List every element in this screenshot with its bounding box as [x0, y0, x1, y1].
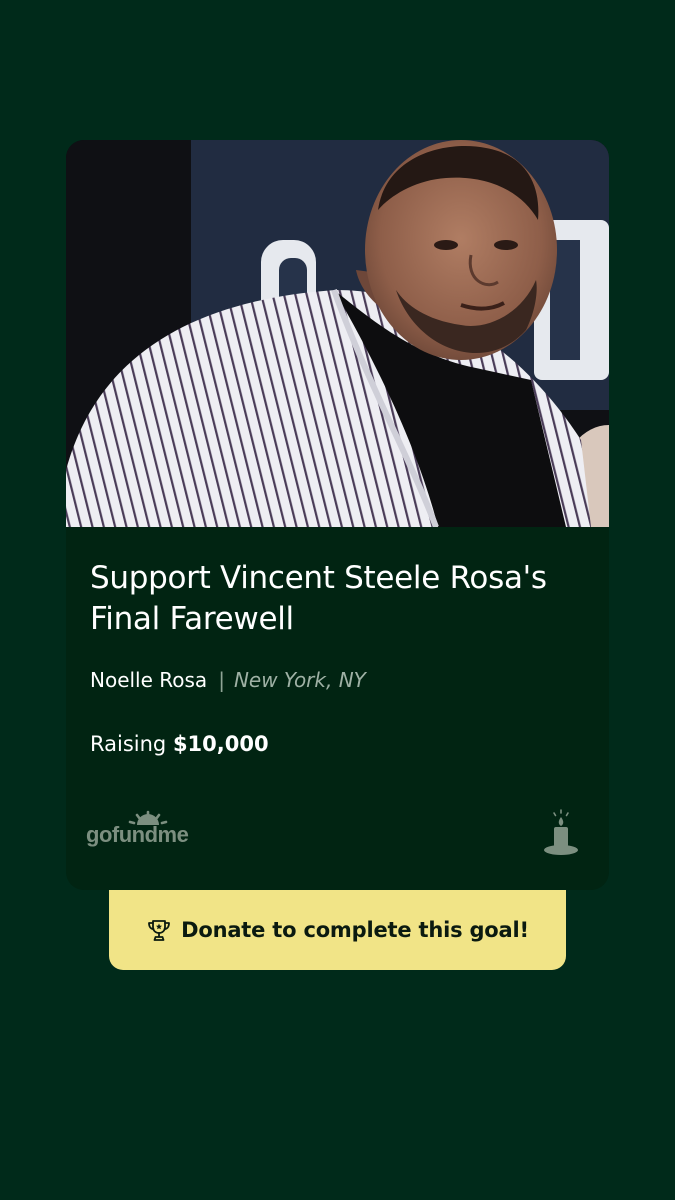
raising-goal: Raising $10,000	[90, 731, 269, 757]
logo-text: gofundme	[86, 822, 189, 847]
gofundme-logo: gofundme	[86, 808, 210, 852]
fundraiser-card[interactable]: Support Vincent Steele Rosa's Final Fare…	[66, 140, 609, 890]
trophy-icon	[148, 920, 171, 941]
campaign-photo	[66, 140, 609, 527]
organizer-name: Noelle Rosa	[90, 668, 208, 692]
campaign-location: New York, NY	[233, 668, 366, 692]
goal-amount: $10,000	[172, 732, 269, 756]
candle-icon	[541, 808, 581, 858]
campaign-title[interactable]: Support Vincent Steele Rosa's Final Fare…	[90, 558, 590, 640]
donate-button[interactable]: Donate to complete this goal!	[109, 890, 566, 970]
campaign-meta: Noelle Rosa | New York, NY	[90, 668, 366, 692]
meta-separator: |	[218, 668, 225, 692]
donate-button-label: Donate to complete this goal!	[181, 918, 529, 942]
raising-prefix: Raising	[90, 732, 167, 756]
page: Support Vincent Steele Rosa's Final Fare…	[0, 0, 675, 1200]
